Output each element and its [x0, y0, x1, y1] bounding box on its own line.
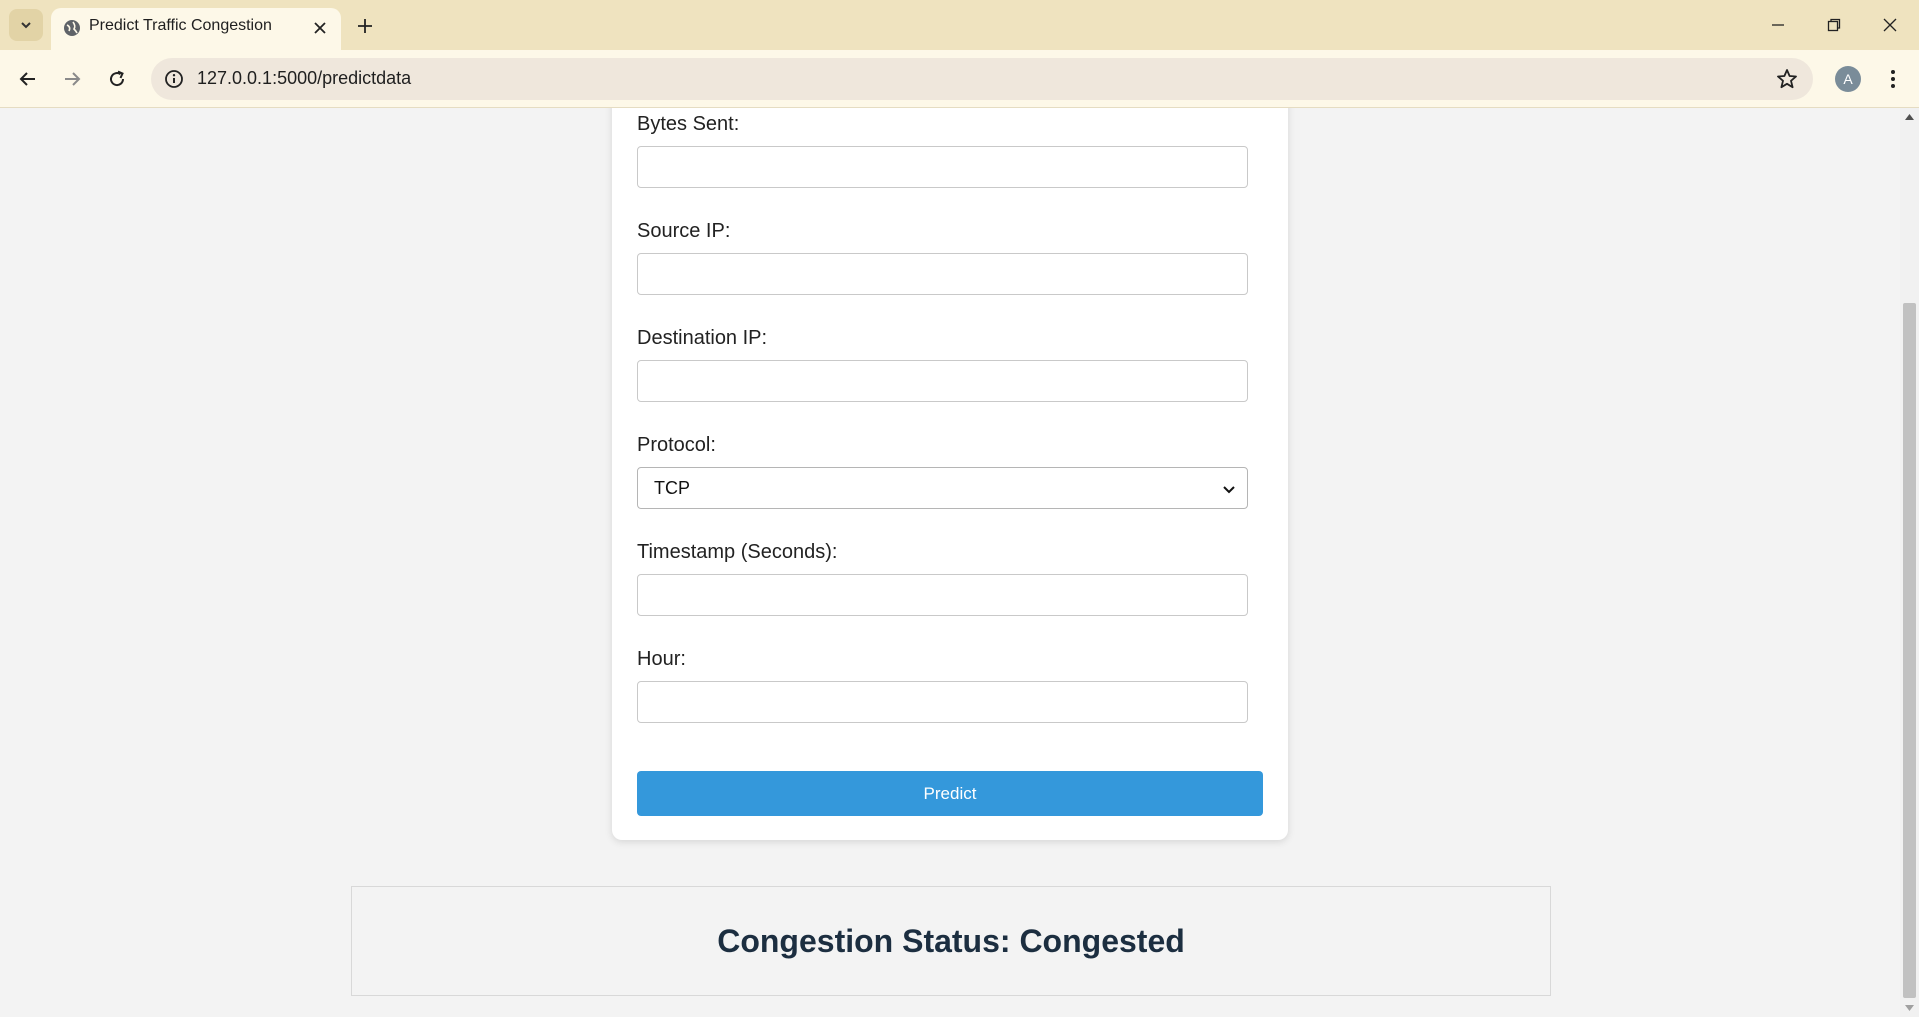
destination-ip-input[interactable] [637, 360, 1248, 402]
prediction-form: Bytes Sent: Source IP: Destination IP: P… [612, 108, 1288, 840]
address-bar[interactable]: 127.0.0.1:5000/predictdata [151, 58, 1813, 100]
globe-icon [64, 20, 80, 36]
bytes-sent-input[interactable] [637, 146, 1248, 188]
predict-button[interactable]: Predict [637, 771, 1263, 816]
protocol-label: Protocol: [637, 434, 716, 456]
window-close-icon[interactable] [1862, 0, 1918, 50]
profile-avatar[interactable]: A [1835, 66, 1861, 92]
star-icon[interactable] [1775, 67, 1799, 91]
page-viewport: Bytes Sent: Source IP: Destination IP: P… [0, 108, 1900, 1017]
hour-input[interactable] [637, 681, 1248, 723]
minimize-icon[interactable] [1750, 0, 1806, 50]
scroll-down-arrow-icon[interactable] [1900, 999, 1919, 1017]
tab-strip: Predict Traffic Congestion [0, 0, 1919, 50]
forward-arrow-icon[interactable] [55, 62, 89, 96]
source-ip-label: Source IP: [637, 220, 731, 242]
congestion-status: Congestion Status: Congested [717, 922, 1185, 959]
back-arrow-icon[interactable] [11, 62, 45, 96]
chevron-down-icon [1223, 486, 1235, 494]
reload-icon[interactable] [100, 62, 134, 96]
active-tab[interactable]: Predict Traffic Congestion [51, 8, 341, 50]
tab-title: Predict Traffic Congestion [89, 17, 272, 34]
scrollbar-thumb[interactable] [1903, 303, 1916, 998]
protocol-select[interactable]: TCP [637, 467, 1248, 509]
restore-icon[interactable] [1806, 0, 1862, 50]
scroll-up-arrow-icon[interactable] [1900, 108, 1919, 126]
hour-label: Hour: [637, 648, 686, 670]
protocol-selected-value: TCP [654, 478, 690, 498]
timestamp-label: Timestamp (Seconds): [637, 541, 838, 563]
info-icon[interactable] [163, 68, 185, 90]
plus-icon[interactable] [350, 11, 380, 41]
timestamp-input[interactable] [637, 574, 1248, 616]
close-icon[interactable] [309, 17, 331, 39]
destination-ip-label: Destination IP: [637, 327, 768, 349]
kebab-menu-icon[interactable] [1878, 64, 1908, 94]
browser-toolbar: 127.0.0.1:5000/predictdata A [0, 50, 1919, 108]
vertical-scrollbar[interactable] [1900, 108, 1919, 1017]
source-ip-input[interactable] [637, 253, 1248, 295]
result-panel: Congestion Status: Congested [351, 886, 1551, 996]
tab-search-icon[interactable] [9, 9, 43, 41]
bytes-sent-label: Bytes Sent: [637, 113, 740, 135]
url-text: 127.0.0.1:5000/predictdata [197, 68, 412, 88]
